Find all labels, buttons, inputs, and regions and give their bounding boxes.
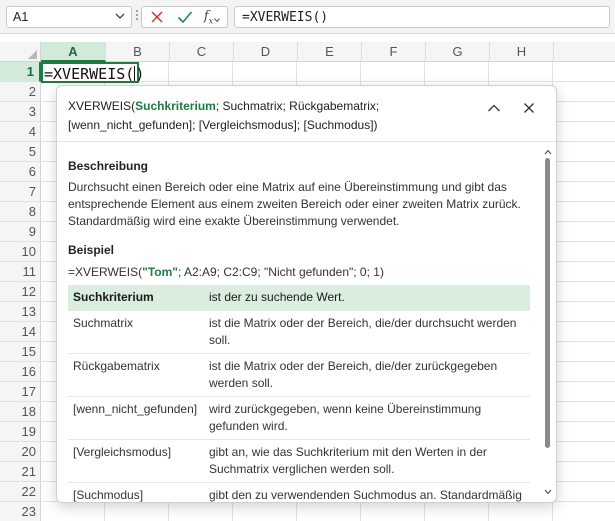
row-header[interactable]: 10 <box>0 242 41 262</box>
active-cell-a1[interactable]: =XVERWEIS() <box>41 62 144 83</box>
example-suffix: ; A2:A9; C2:C9; "Nicht gefunden"; 0; 1) <box>177 265 384 279</box>
column-header-c[interactable]: C <box>170 42 234 62</box>
signature-current-arg: Suchkriterium <box>135 99 216 113</box>
row-header[interactable]: 16 <box>0 362 41 382</box>
column-headers: A B C D E F G H <box>0 42 615 62</box>
row-header[interactable]: 13 <box>0 302 41 322</box>
row-header[interactable]: 7 <box>0 182 41 202</box>
row-header[interactable]: 14 <box>0 322 41 342</box>
row-header[interactable]: 3 <box>0 102 41 122</box>
column-header-f[interactable]: F <box>362 42 426 62</box>
row-header[interactable]: 5 <box>0 142 41 162</box>
chevron-down-icon[interactable] <box>115 10 125 22</box>
chevron-up-icon <box>488 104 500 112</box>
row-header[interactable]: 4 <box>0 122 41 142</box>
param-desc: gibt den zu verwendenden Suchmodus an. S… <box>204 482 530 502</box>
table-row: Suchmatrix ist die Matrix oder der Berei… <box>68 310 530 354</box>
row-header[interactable]: 17 <box>0 382 41 402</box>
row-header[interactable]: 8 <box>0 202 41 222</box>
description-heading: Beschreibung <box>68 159 149 173</box>
row-header[interactable]: 11 <box>0 262 41 282</box>
table-row: Rückgabematrix ist die Matrix oder der B… <box>68 353 530 397</box>
active-cell-text: =XVERWEIS() <box>44 65 144 83</box>
example-formula: =XVERWEIS("Tom"; A2:A9; C2:C9; "Nicht ge… <box>68 264 532 281</box>
row-header[interactable]: 9 <box>0 222 41 242</box>
param-desc: wird zurückgegeben, wenn keine Übereinst… <box>204 396 530 440</box>
grip-dots-icon <box>136 10 138 24</box>
name-box-value: A1 <box>13 10 29 24</box>
scroll-down-icon[interactable] <box>544 488 552 496</box>
tooltip-header: XVERWEIS(Suchkriterium; Suchmatrix; Rück… <box>57 86 556 142</box>
table-row: [Vergleichsmodus] gibt an, wie das Suchk… <box>68 439 530 483</box>
param-desc: ist die Matrix oder der Bereich, die/der… <box>204 310 530 354</box>
formula-buttons: fx <box>141 6 228 28</box>
table-row: [wenn_nicht_gefunden] wird zurückgegeben… <box>68 396 530 440</box>
row-header[interactable]: 12 <box>0 282 41 302</box>
formula-text: =XVERWEIS() <box>242 10 329 25</box>
column-header-d[interactable]: D <box>234 42 298 62</box>
function-signature: XVERWEIS(Suchkriterium; Suchmatrix; Rück… <box>68 97 478 135</box>
param-name: [Vergleichsmodus] <box>68 439 204 483</box>
column-header-g[interactable]: G <box>426 42 490 62</box>
example-string: "Tom" <box>142 265 178 279</box>
column-header-a[interactable]: A <box>41 42 106 62</box>
param-desc: ist die Matrix oder der Bereich, die/der… <box>204 353 530 397</box>
active-cell-text-after: ) <box>135 65 145 83</box>
tooltip-body: Beschreibung Durchsucht einen Bereich od… <box>68 159 532 281</box>
close-button[interactable] <box>519 98 539 118</box>
column-header-e[interactable]: E <box>298 42 362 62</box>
row-header[interactable]: 2 <box>0 82 41 102</box>
select-all-icon <box>28 50 37 59</box>
fx-icon: fx <box>203 8 214 26</box>
formula-bar: A1 fx =XVERWEIS() <box>0 0 615 34</box>
table-row: [Suchmodus] gibt den zu verwendenden Suc… <box>68 482 530 502</box>
signature-function-name: XVERWEIS( <box>68 99 136 113</box>
parameter-table: Suchkriterium ist der zu suchende Wert. … <box>68 285 530 502</box>
table-row: Suchkriterium ist der zu suchende Wert. <box>68 285 530 311</box>
chevron-down-icon <box>214 18 221 23</box>
row-header[interactable]: 6 <box>0 162 41 182</box>
cancel-button[interactable] <box>144 8 170 26</box>
scrollbar-thumb[interactable] <box>545 158 550 448</box>
name-box[interactable]: A1 <box>6 6 132 28</box>
x-icon <box>151 11 163 23</box>
collapse-button[interactable] <box>484 98 504 118</box>
param-name: Rückgabematrix <box>68 353 204 397</box>
check-icon <box>177 11 193 24</box>
tooltip-scrollbar[interactable] <box>544 148 552 496</box>
enter-button[interactable] <box>172 8 198 26</box>
function-tooltip: XVERWEIS(Suchkriterium; Suchmatrix; Rück… <box>56 85 557 503</box>
signature-rest-line1: ; Suchmatrix; Rückgabematrix; <box>215 99 380 113</box>
example-prefix: =XVERWEIS( <box>68 265 143 279</box>
row-header[interactable]: 21 <box>0 462 41 482</box>
param-name: [Suchmodus] <box>68 482 204 502</box>
row-headers: 1 2 3 4 5 6 7 8 9 10 11 12 13 14 15 16 1… <box>0 62 41 521</box>
description-text: Durchsucht einen Bereich oder eine Matri… <box>68 180 521 228</box>
param-name: Suchkriterium <box>68 285 204 311</box>
row-header[interactable]: 19 <box>0 422 41 442</box>
param-name: Suchmatrix <box>68 310 204 354</box>
param-name: [wenn_nicht_gefunden] <box>68 396 204 440</box>
select-all-button[interactable] <box>0 42 41 62</box>
row-header[interactable]: 20 <box>0 442 41 462</box>
close-icon <box>524 103 534 113</box>
column-header-h[interactable]: H <box>490 42 554 62</box>
insert-function-button[interactable]: fx <box>199 8 225 26</box>
formula-input[interactable]: =XVERWEIS() <box>234 6 610 28</box>
row-header[interactable]: 1 <box>0 62 41 82</box>
param-desc: gibt an, wie das Suchkriterium mit den W… <box>204 439 530 483</box>
signature-rest-line2: [wenn_nicht_gefunden]; [Vergleichsmodus]… <box>68 118 378 132</box>
param-desc: ist der zu suchende Wert. <box>204 285 530 311</box>
row-header[interactable]: 15 <box>0 342 41 362</box>
scroll-up-icon[interactable] <box>544 148 552 156</box>
row-header[interactable]: 18 <box>0 402 41 422</box>
row-header[interactable]: 23 <box>0 502 41 521</box>
example-heading: Beispiel <box>68 243 115 257</box>
row-header[interactable]: 22 <box>0 482 41 502</box>
active-cell-text-before: =XVERWEIS( <box>44 65 135 83</box>
column-header-b[interactable]: B <box>106 42 170 62</box>
